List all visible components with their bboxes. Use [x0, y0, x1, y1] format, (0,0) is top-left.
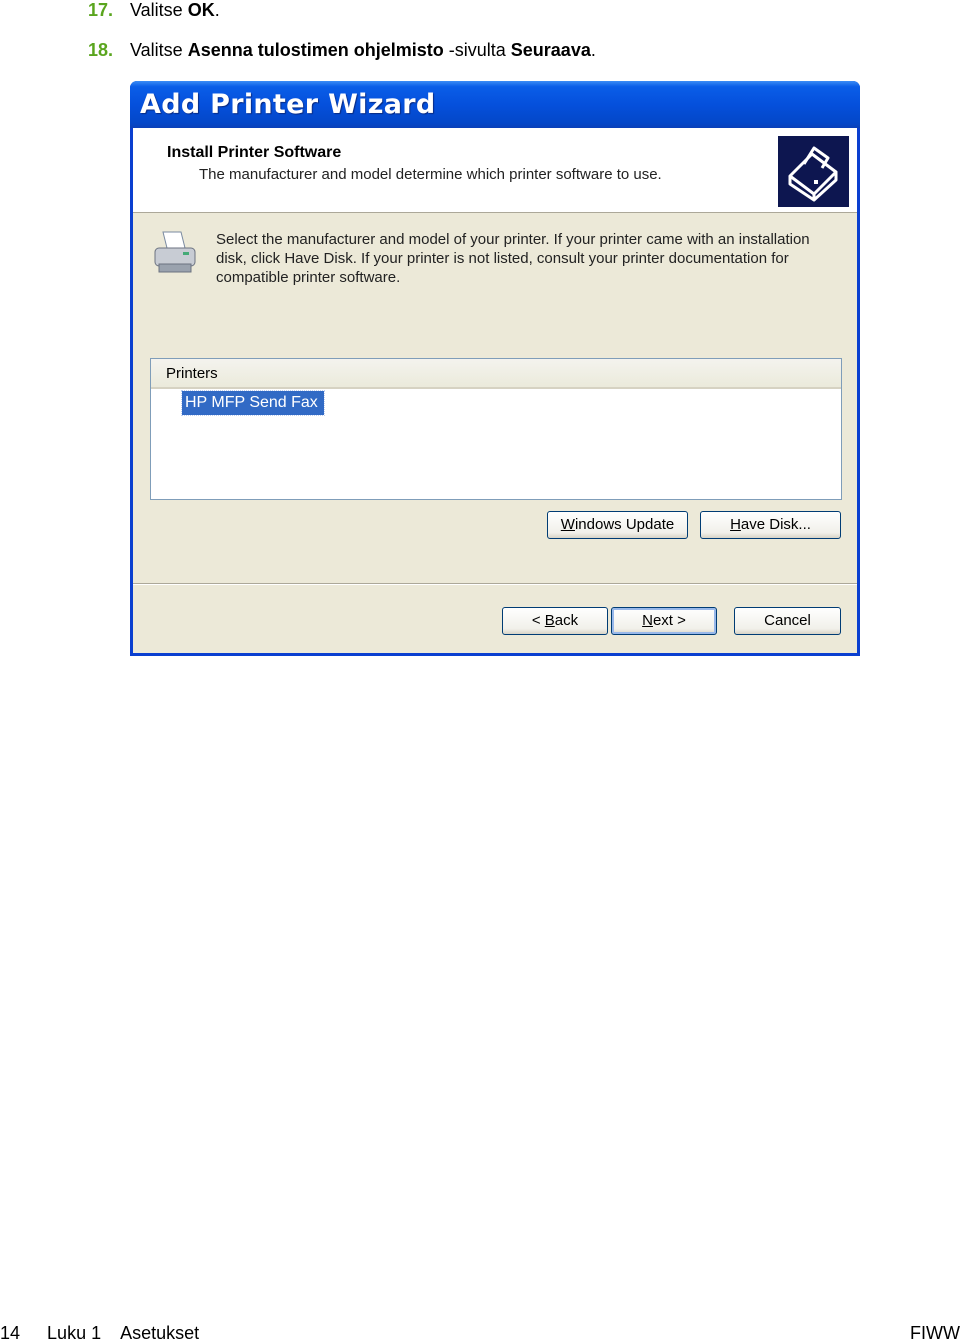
printer-icon: [153, 228, 197, 278]
header-subtitle: The manufacturer and model determine whi…: [199, 166, 662, 183]
wizard-header: Install Printer Software The manufacture…: [133, 128, 857, 213]
footer-left: 14 Luku 1 Asetukset: [0, 1323, 199, 1344]
header-title: Install Printer Software: [167, 144, 342, 161]
step-18: 18. Valitse Asenna tulostimen ohjelmisto …: [88, 40, 596, 60]
title-bar[interactable]: Add Printer Wizard: [130, 81, 860, 128]
next-button[interactable]: Next >: [611, 607, 717, 635]
printers-column-header[interactable]: Printers: [151, 359, 841, 389]
back-button[interactable]: < Back: [502, 607, 608, 635]
windows-update-button[interactable]: Windows Update: [547, 511, 688, 539]
footer-right: FIWW: [910, 1323, 960, 1343]
dialog-title: Add Printer Wizard: [140, 89, 436, 120]
dialog-client: Install Printer Software The manufacture…: [133, 128, 857, 653]
printer-wizard-icon: [778, 136, 849, 207]
cancel-button[interactable]: Cancel: [734, 607, 841, 635]
list-item-hp-mfp-send-fax[interactable]: HP MFP Send Fax: [181, 390, 325, 416]
chapter-label: Luku 1: [47, 1323, 102, 1343]
footer-divider: [133, 583, 857, 585]
section-label: Asetukset: [120, 1323, 200, 1343]
instructions-text: Select the manufacturer and model of you…: [216, 231, 810, 286]
have-disk-button[interactable]: Have Disk...: [700, 511, 841, 539]
printers-list[interactable]: Printers HP MFP Send Fax: [150, 358, 842, 500]
page-number: 14: [0, 1323, 21, 1343]
add-printer-wizard-dialog: Add Printer Wizard Install Printer Softw…: [130, 81, 860, 656]
step-17: 17. Valitse OK.: [88, 0, 220, 20]
